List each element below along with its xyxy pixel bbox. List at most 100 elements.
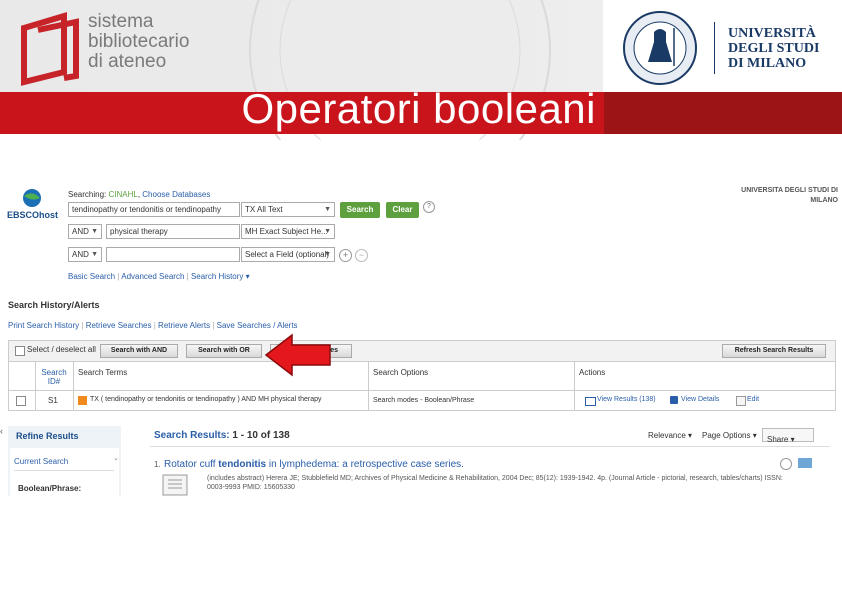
- university-line-2: DEGLI STUDI: [728, 41, 820, 56]
- search-mode-links: Basic Search | Advanced Search | Search …: [68, 272, 250, 281]
- table-header-divider: [8, 390, 836, 391]
- print-history-link[interactable]: Print Search History: [8, 321, 79, 330]
- institution-line-1: UNIVERSITA DEGLI STUDI DI: [741, 187, 838, 194]
- search-button[interactable]: Search: [340, 202, 380, 218]
- field-select-1-value: TX All Text: [245, 205, 283, 214]
- history-title: Search History/Alerts: [8, 300, 100, 310]
- chevron-down-icon: ▼: [91, 251, 98, 258]
- history-links: Print Search History | Retrieve Searches…: [8, 321, 298, 330]
- search-with-and-button[interactable]: Search with AND: [100, 344, 178, 358]
- operator-select-3[interactable]: AND ▼: [68, 247, 102, 262]
- row-search-options: Search modes - Boolean/Phrase: [373, 397, 475, 404]
- view-results-link[interactable]: View Results (138): [597, 396, 656, 403]
- share-button[interactable]: Share ▾: [762, 428, 814, 444]
- search-term-input-2[interactable]: physical therapy: [106, 224, 240, 239]
- edit-icon: [736, 396, 746, 406]
- relevance-dropdown[interactable]: Relevance ▾: [648, 431, 692, 440]
- field-select-3[interactable]: Select a Field (optional) ▼: [241, 247, 335, 262]
- operator-select-2[interactable]: AND ▼: [68, 224, 102, 239]
- logo-line-1: sistema: [88, 11, 154, 32]
- preview-icon[interactable]: [780, 458, 792, 470]
- slide-title: Operatori booleani: [241, 85, 596, 132]
- share-label: Share ▾: [767, 435, 795, 444]
- ebsco-globe-icon: [23, 189, 41, 207]
- result-citation-line-1: (includes abstract) Herera JE; Stubblefi…: [207, 475, 783, 482]
- institution-line-2: MILANO: [810, 197, 838, 204]
- results-count: Search Results: 1 - 10 of 138: [154, 430, 290, 441]
- add-to-folder-icon[interactable]: [798, 458, 812, 468]
- field-select-2-value: MH Exact Subject He...: [245, 227, 328, 236]
- advanced-search-link[interactable]: Advanced Search: [121, 272, 184, 281]
- database-name: CINAHL: [108, 190, 138, 199]
- chevron-down-icon: ▼: [324, 206, 331, 213]
- institution-name: UNIVERSITA DEGLI STUDI DI MILANO: [700, 186, 838, 206]
- col-divider: [73, 362, 74, 410]
- results-range: 1 - 10 of 138: [232, 430, 290, 441]
- collapse-sidebar-icon[interactable]: ‹: [0, 426, 6, 446]
- refine-results-title: Refine Results: [16, 431, 79, 441]
- retrieve-searches-link[interactable]: Retrieve Searches: [86, 321, 152, 330]
- col-divider: [35, 362, 36, 410]
- university-line-3: DI MILANO: [728, 56, 807, 71]
- edit-link[interactable]: Edit: [747, 396, 759, 403]
- row-search-terms: TX ( tendinopathy or tendonitis or tendi…: [90, 396, 322, 403]
- page-options-dropdown[interactable]: Page Options ▾: [702, 431, 757, 440]
- column-search-options: Search Options: [373, 368, 429, 377]
- logo-divider: [714, 22, 715, 74]
- operator-select-2-value: AND: [72, 227, 89, 236]
- retrieve-alerts-link[interactable]: Retrieve Alerts: [158, 321, 210, 330]
- chevron-down-icon: ▼: [324, 251, 331, 258]
- column-search-id[interactable]: Search ID#: [38, 368, 70, 386]
- current-search-label[interactable]: Current Search: [14, 457, 68, 466]
- operator-select-3-value: AND: [72, 250, 89, 259]
- result-citation: (includes abstract) Herera JE; Stubblefi…: [207, 474, 819, 492]
- view-results-icon: [585, 397, 596, 406]
- results-divider: [150, 446, 830, 447]
- remove-row-icon[interactable]: −: [355, 249, 368, 262]
- view-details-link[interactable]: View Details: [681, 396, 719, 403]
- clear-button[interactable]: Clear: [386, 202, 419, 218]
- col-divider: [368, 362, 369, 410]
- result-citation-line-2: 0003-9993 PMID: 15605330: [207, 484, 295, 491]
- search-term-input-1[interactable]: tendinopathy or tendonitis or tendinopat…: [68, 202, 240, 217]
- result-title-link[interactable]: Rotator cuff tendonitis in lymphedema: a…: [164, 459, 464, 470]
- chevron-down-icon: ▼: [324, 228, 331, 235]
- result-title-bold: tendonitis: [218, 459, 267, 470]
- chevron-down-icon[interactable]: ⌄: [113, 454, 119, 462]
- sistema-bibliotecario-logo-icon: [21, 11, 79, 86]
- choose-databases-link[interactable]: Choose Databases: [142, 190, 210, 199]
- library-logo-text: sistema bibliotecario di ateneo: [88, 12, 189, 72]
- field-select-2[interactable]: MH Exact Subject He... ▼: [241, 224, 335, 239]
- searching-line: Searching: CINAHL, Choose Databases: [68, 190, 211, 199]
- field-select-1[interactable]: TX All Text ▼: [241, 202, 335, 217]
- result-number: 1.: [154, 460, 161, 469]
- basic-search-link[interactable]: Basic Search: [68, 272, 115, 281]
- search-term-input-3[interactable]: [106, 247, 240, 262]
- save-searches-link[interactable]: Save Searches / Alerts: [217, 321, 298, 330]
- column-search-terms: Search Terms: [78, 368, 128, 377]
- search-history-link[interactable]: Search History ▾: [191, 272, 250, 281]
- ebsco-logo: EBSCOhost: [7, 210, 59, 220]
- university-seal-icon: [623, 11, 697, 85]
- refresh-results-button[interactable]: Refresh Search Results: [722, 344, 826, 358]
- add-row-icon[interactable]: +: [339, 249, 352, 262]
- search-with-or-button[interactable]: Search with OR: [186, 344, 262, 358]
- university-line-1: UNIVERSITÀ: [728, 26, 816, 41]
- academic-journal-icon: [162, 474, 188, 496]
- results-label: Search Results:: [154, 430, 230, 441]
- view-details-icon: [670, 396, 678, 404]
- boolean-phrase-label: Boolean/Phrase:: [18, 484, 82, 493]
- logo-line-2: bibliotecario: [88, 31, 190, 52]
- col-divider: [574, 362, 575, 410]
- result-title-pre: Rotator cuff: [164, 459, 219, 470]
- help-icon[interactable]: ?: [423, 201, 435, 213]
- chevron-down-icon: ▼: [91, 228, 98, 235]
- row-checkbox[interactable]: [16, 396, 26, 406]
- row-search-id: S1: [48, 396, 58, 405]
- rss-icon[interactable]: [78, 396, 87, 405]
- searching-label: Searching:: [68, 190, 107, 199]
- result-title-post: in lymphedema: a retrospective case seri…: [266, 459, 464, 470]
- university-name: UNIVERSITÀ DEGLI STUDI DI MILANO: [728, 26, 819, 71]
- panel-divider: [14, 470, 114, 471]
- select-all-checkbox[interactable]: [15, 346, 25, 356]
